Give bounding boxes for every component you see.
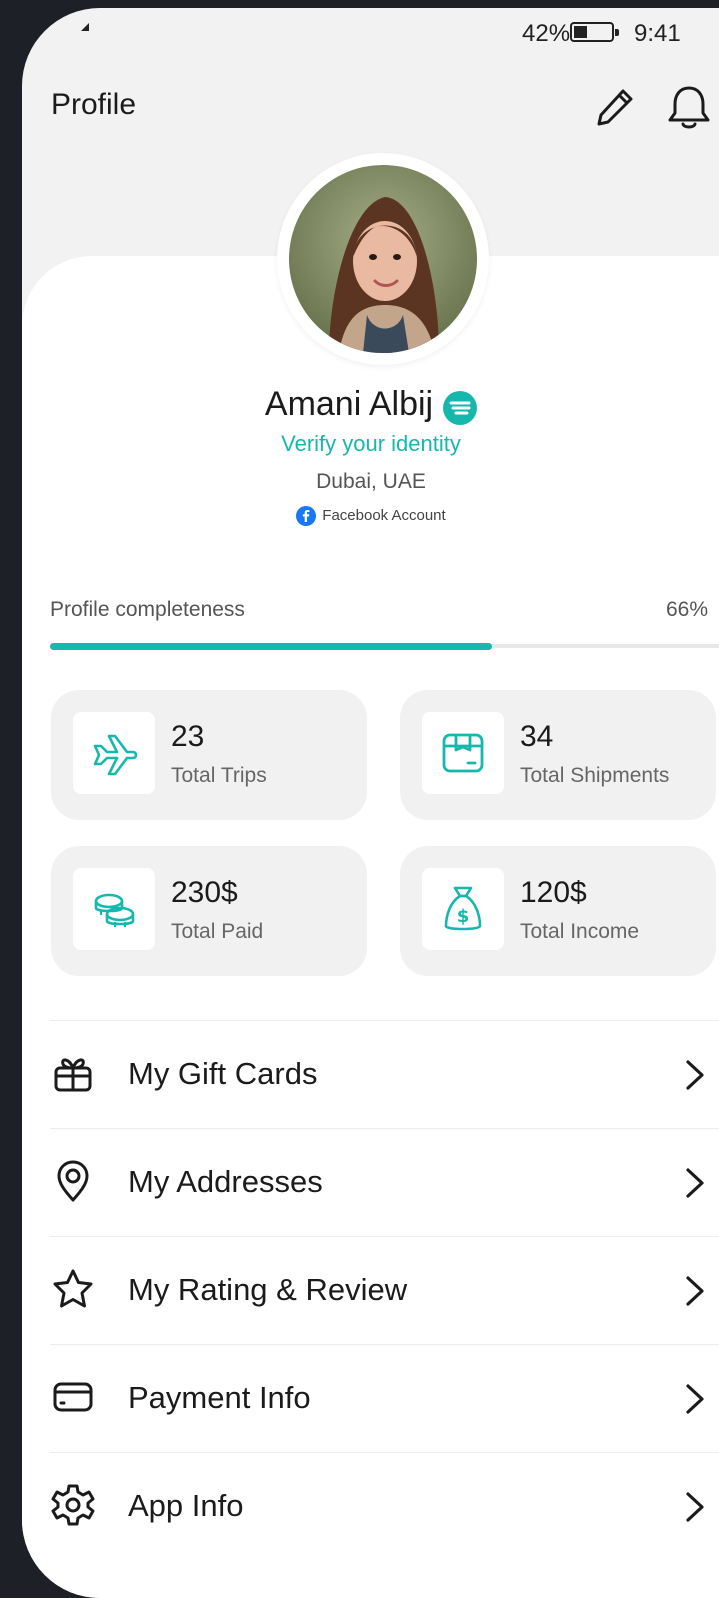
gear-icon — [51, 1484, 95, 1526]
avatar-ring — [277, 153, 489, 365]
user-location: Dubai, UAE — [316, 470, 426, 493]
money-bag-icon: $ — [444, 886, 482, 931]
verify-identity-link[interactable]: Verify your identity — [22, 431, 719, 457]
chevron-right-icon — [686, 1060, 704, 1090]
stat-value: 34 — [520, 720, 554, 753]
account-type-row: Facebook Account — [22, 506, 719, 526]
stat-label: Total Income — [520, 920, 640, 943]
signal-icon — [81, 23, 89, 31]
facebook-icon — [296, 506, 317, 526]
stat-value: 120$ — [520, 876, 587, 909]
star-icon — [53, 1269, 93, 1308]
chevron-right-icon — [686, 1492, 704, 1522]
menu-item-rating-review[interactable]: My Rating & Review — [22, 1236, 719, 1340]
stat-value: 23 — [171, 720, 205, 753]
completeness-value: 66% — [666, 598, 709, 621]
chevron-right-icon — [686, 1384, 704, 1414]
chevron-right-icon — [686, 1276, 704, 1306]
battery-icon — [570, 22, 619, 42]
menu-item-app-info[interactable]: App Info — [22, 1452, 719, 1556]
chevron-right-icon — [686, 1168, 704, 1198]
phone-screen: 42% 9:41 Profile Amani Albij Verify your… — [22, 8, 719, 1598]
page-title: Profile — [51, 88, 137, 121]
menu-item-label: Payment Info — [128, 1380, 311, 1415]
stat-card-paid[interactable]: 230$ Total Paid — [51, 846, 367, 976]
menu-item-gift-cards[interactable]: My Gift Cards — [22, 1020, 719, 1124]
stat-card-shipments[interactable]: 34 Total Shipments — [400, 690, 716, 820]
stat-icon-box: $ — [422, 868, 504, 950]
menu-item-label: My Addresses — [128, 1164, 323, 1199]
completeness-progress-fill — [50, 643, 493, 650]
stat-icon-box — [422, 712, 504, 794]
bell-icon[interactable] — [662, 80, 716, 134]
stat-label: Total Shipments — [520, 764, 670, 787]
verified-badge-icon — [443, 390, 478, 425]
coins-icon — [94, 893, 135, 927]
stat-value: 230$ — [171, 876, 238, 909]
location-pin-icon — [57, 1160, 89, 1202]
account-type-label: Facebook Account — [322, 506, 446, 524]
stat-card-trips[interactable]: 23 Total Trips — [51, 690, 367, 820]
avatar-photo — [289, 165, 477, 353]
stat-card-income[interactable]: $ 120$ Total Income — [400, 846, 716, 976]
svg-text:$: $ — [457, 906, 470, 927]
stat-label: Total Trips — [171, 764, 267, 787]
completeness-progress-bar — [50, 643, 719, 650]
completeness-label: Profile completeness — [50, 598, 245, 621]
gift-icon — [54, 1058, 92, 1092]
menu-item-label: App Info — [128, 1488, 244, 1523]
avatar[interactable] — [289, 165, 477, 353]
stat-icon-box — [73, 868, 155, 950]
menu-item-addresses[interactable]: My Addresses — [22, 1128, 719, 1232]
menu-item-label: My Rating & Review — [128, 1272, 408, 1307]
menu-item-payment-info[interactable]: Payment Info — [22, 1344, 719, 1448]
menu-item-label: My Gift Cards — [128, 1056, 318, 1091]
status-bar: 42% 9:41 — [22, 8, 719, 58]
edit-icon[interactable] — [592, 84, 638, 130]
user-name: Amani Albij — [264, 385, 434, 423]
airplane-icon — [93, 734, 138, 776]
stat-icon-box — [73, 712, 155, 794]
stat-label: Total Paid — [171, 920, 264, 943]
credit-card-icon — [53, 1382, 93, 1412]
battery-percentage: 42% — [522, 20, 571, 47]
user-name-row: Amani Albij — [22, 385, 719, 425]
status-time: 9:41 — [634, 20, 681, 47]
package-icon — [442, 733, 484, 773]
